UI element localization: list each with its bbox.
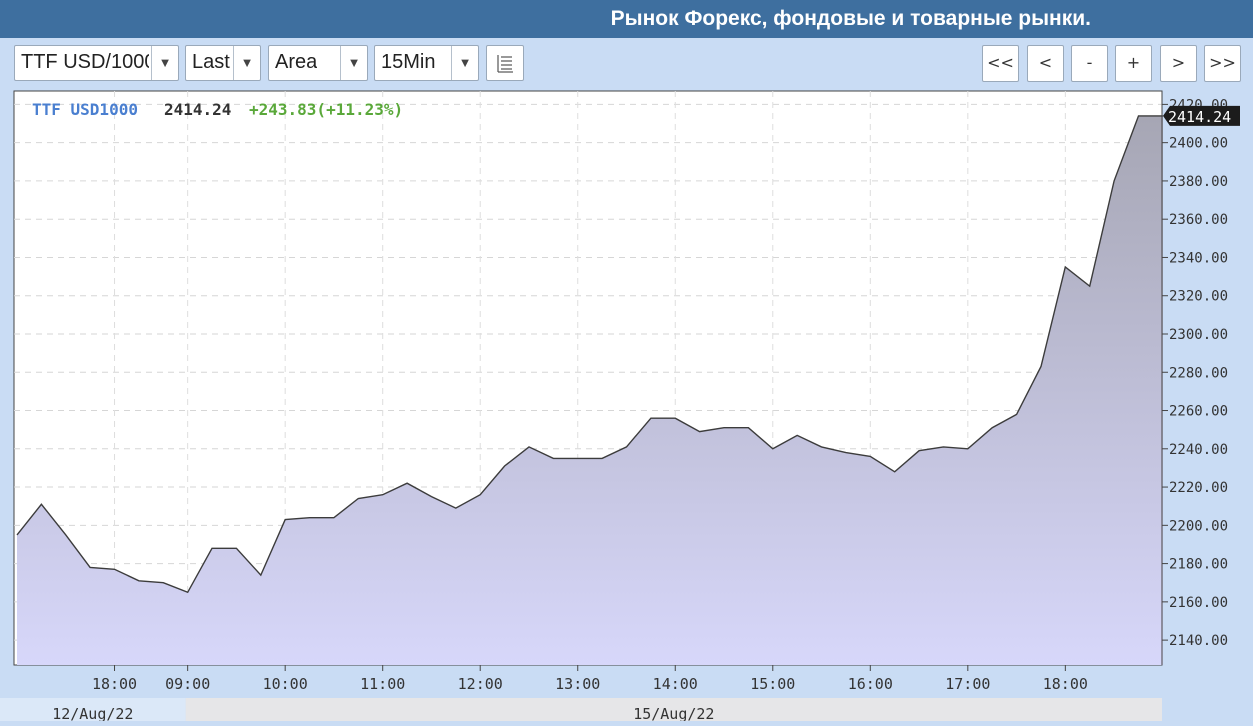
area-chart[interactable]: 2140.00 2160.00 2180.00 2200.00 2220.00 2240.…	[0, 88, 1253, 726]
chevron-down-icon: ▼	[451, 46, 478, 80]
y-tick-label: 2160.00	[1169, 595, 1228, 611]
x-tick-label: 17:00	[945, 675, 990, 693]
y-tick-label: 2200.00	[1169, 518, 1228, 534]
price-type-select[interactable]: Last ▼	[185, 45, 261, 81]
interval-select-value: 15Min	[381, 51, 436, 73]
date-label: 12/Aug/22	[52, 705, 133, 721]
y-tick-label: 2140.00	[1169, 633, 1228, 649]
y-tick-label: 2380.00	[1169, 174, 1228, 190]
x-tick-label: 14:00	[653, 675, 698, 693]
x-tick-label: 10:00	[263, 675, 308, 693]
chevron-down-icon: ▼	[340, 46, 367, 80]
x-tick-label: 11:00	[360, 675, 405, 693]
x-tick-label: 18:00	[92, 675, 137, 693]
last-value-label: 2414.24	[1168, 108, 1231, 126]
chart-style-select[interactable]: Area ▼	[268, 45, 368, 81]
x-tick-label: 15:00	[750, 675, 795, 693]
y-tick-label: 2240.00	[1169, 442, 1228, 458]
zoom-out-button[interactable]: -	[1071, 45, 1108, 82]
nav-last-button[interactable]: >>	[1204, 45, 1241, 82]
x-tick-label: 12:00	[458, 675, 503, 693]
interval-select[interactable]: 15Min ▼	[374, 45, 479, 81]
y-tick-label: 2300.00	[1169, 327, 1228, 343]
nav-first-button[interactable]: <<	[982, 45, 1019, 82]
site-title: Рынок Форекс, фондовые и товарные рынки.	[610, 7, 1091, 30]
legend-change: +243.83(+11.23%)	[249, 100, 403, 119]
chart-style-select-value: Area	[275, 51, 318, 73]
y-tick-label: 2320.00	[1169, 289, 1228, 305]
chart-settings-button[interactable]	[486, 45, 524, 81]
legend-last-value: 2414.24	[164, 100, 231, 119]
y-tick-label: 2180.00	[1169, 557, 1228, 573]
x-tick-label: 18:00	[1043, 675, 1088, 693]
y-tick-label: 2400.00	[1169, 136, 1228, 152]
nav-next-button[interactable]: >	[1160, 45, 1197, 82]
x-tick-label: 16:00	[848, 675, 893, 693]
x-tick-label: 09:00	[165, 675, 210, 693]
y-tick-label: 2260.00	[1169, 404, 1228, 420]
price-type-select-value: Last	[192, 51, 230, 73]
zoom-in-button[interactable]: +	[1115, 45, 1152, 82]
top-banner: Рынок Форекс, фондовые и товарные рынки.	[0, 0, 1253, 38]
symbol-select-value: TTF USD/1000	[21, 51, 149, 73]
symbol-select[interactable]: TTF USD/1000 ▼	[14, 45, 179, 81]
y-tick-label: 2280.00	[1169, 365, 1228, 381]
legend-symbol: TTF USD1000	[32, 100, 138, 119]
price-chart[interactable]: 2140.00 2160.00 2180.00 2200.00 2220.00 2240.…	[0, 88, 1253, 726]
y-tick-label: 2220.00	[1169, 480, 1228, 496]
chevron-down-icon: ▼	[151, 46, 178, 80]
nav-prev-button[interactable]: <	[1027, 45, 1064, 82]
y-tick-label: 2340.00	[1169, 250, 1228, 266]
y-tick-label: 2360.00	[1169, 212, 1228, 228]
settings-list-icon	[497, 55, 513, 73]
date-label: 15/Aug/22	[633, 705, 714, 721]
chevron-down-icon: ▼	[233, 46, 260, 80]
x-tick-label: 13:00	[555, 675, 600, 693]
